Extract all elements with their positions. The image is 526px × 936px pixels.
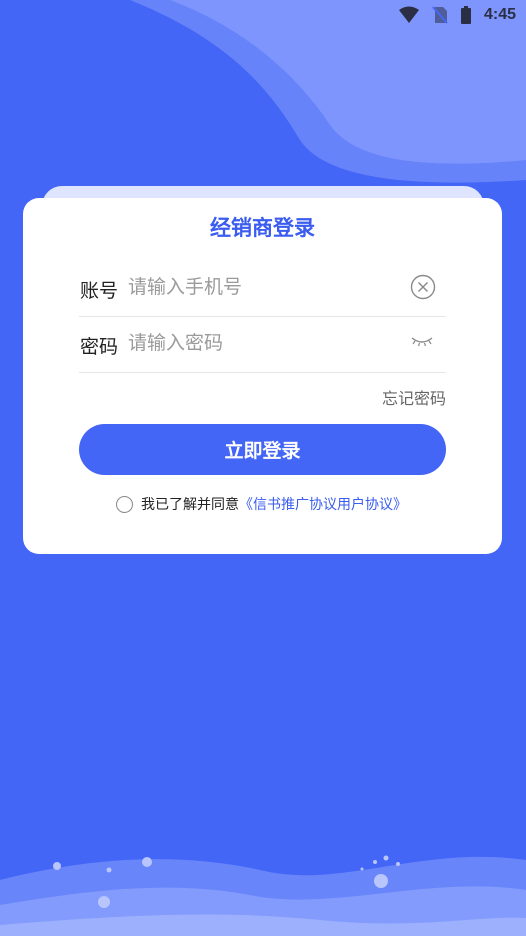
agreement-text: 我已了解并同意《信书推广协议用户协议》	[141, 494, 407, 514]
password-input[interactable]	[128, 328, 388, 358]
no-sim-icon	[432, 6, 448, 24]
agreement-prefix: 我已了解并同意	[141, 497, 239, 513]
forgot-password-link[interactable]: 忘记密码	[382, 385, 446, 409]
agreement-link[interactable]: 《信书推广协议用户协议》	[239, 497, 407, 513]
agreement-row: 我已了解并同意《信书推广协议用户协议》	[116, 494, 407, 514]
login-card: 经销商登录 账号 密码 忘记密码 立即登录 我已了解并同意《信书推广协议用户协议…	[23, 198, 502, 554]
account-label: 账号	[80, 280, 119, 302]
page-title: 经销商登录	[210, 216, 315, 240]
password-field: 密码	[79, 316, 446, 373]
clear-icon[interactable]	[410, 274, 436, 300]
battery-icon	[460, 6, 472, 24]
account-field: 账号	[79, 260, 446, 317]
account-input[interactable]	[128, 272, 388, 302]
status-bar: 4:45	[398, 0, 516, 30]
password-label: 密码	[80, 336, 119, 358]
status-time: 4:45	[483, 6, 516, 23]
eye-closed-icon[interactable]	[410, 334, 434, 350]
radio-icon[interactable]	[116, 495, 133, 513]
login-button[interactable]: 立即登录	[79, 424, 446, 475]
wifi-icon	[398, 6, 420, 24]
